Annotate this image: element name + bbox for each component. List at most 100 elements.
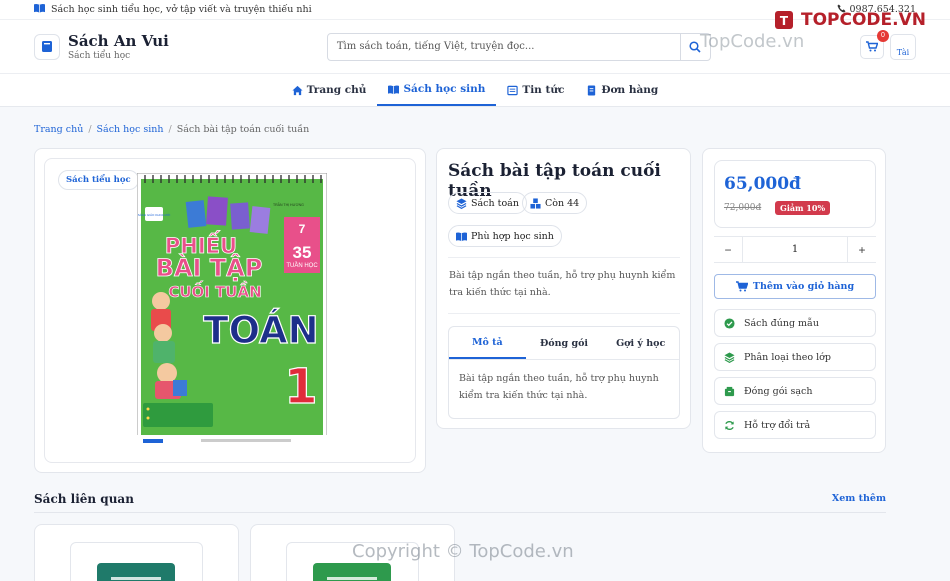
chip-subject[interactable]: Sách toán — [448, 192, 527, 214]
watermark-text: TopCode.vn — [700, 31, 805, 52]
feature-label: Sách đúng mẫu — [744, 317, 819, 329]
watermark-copyright: Copyright © TopCode.vn — [352, 541, 574, 562]
search-bar: Tìm sách toán, tiếng Việt, truyện đọc... — [326, 32, 711, 61]
cart-icon — [866, 41, 878, 52]
feature-label: Hỗ trợ đổi trả — [744, 419, 811, 431]
topcode-logo-icon: T — [774, 11, 793, 29]
layers-icon — [724, 351, 735, 363]
breadcrumb-category[interactable]: Sách học sinh — [97, 124, 164, 135]
brand-subtitle: Sách tiểu học — [68, 51, 131, 61]
product-info-card: Sách bài tập toán cuối tuần Sách toán Cò… — [436, 148, 691, 429]
book-open-icon — [456, 231, 467, 241]
tab-content: Bài tập ngắn theo tuần, hỗ trợ phụ huynh… — [459, 373, 659, 401]
see-more-link[interactable]: Xem thêm — [832, 493, 886, 504]
nav-item-news[interactable]: Tin tức — [496, 74, 575, 106]
cover-weeks-label: TUẦN HỌC — [286, 262, 318, 269]
logo[interactable] — [34, 33, 60, 60]
product-image-frame: Sách tiểu học SÁCH GIÁO KHOA MỚI TRẦN TH… — [44, 158, 416, 463]
quantity-stepper: − 1 + — [714, 236, 876, 263]
book-open-icon — [388, 84, 400, 94]
book-icon — [42, 41, 52, 52]
product-tabs: Mô tả Đóng gói Gợi ý học Bài tập ngắn th… — [448, 326, 680, 419]
cover-grade: 1 — [284, 359, 317, 415]
breadcrumb-separator: / — [168, 124, 172, 135]
add-to-cart-button[interactable]: Thêm vào giỏ hàng — [714, 274, 876, 299]
price-box: 65,000đ 72,000đ Giảm 10% — [714, 160, 876, 228]
search-input[interactable]: Tìm sách toán, tiếng Việt, truyện đọc... — [328, 41, 680, 52]
cover-subject: TOÁN — [203, 308, 318, 352]
related-book-cover — [97, 563, 175, 581]
watermark-logo: T TOPCODE.VN — [774, 8, 926, 32]
cover-author: TRẦN THỊ HƯƠNG — [273, 203, 304, 207]
related-book-image-frame — [70, 542, 203, 581]
add-to-cart-label: Thêm vào giỏ hàng — [752, 281, 855, 292]
product-description: Bài tập ngắn theo tuần, hỗ trợ phụ huynh… — [449, 270, 676, 298]
breadcrumb-home[interactable]: Trang chủ — [34, 124, 83, 135]
top-bar-text: Sách học sinh tiểu học, vở tập viết và t… — [51, 4, 312, 15]
chip-suitable[interactable]: Phù hợp học sinh — [448, 225, 562, 247]
nav-item-orders[interactable]: Đơn hàng — [575, 74, 669, 106]
nav-item-label: Tin tức — [522, 84, 565, 96]
breadcrumb-separator: / — [88, 124, 92, 135]
feature-return-support: Hỗ trợ đổi trả — [714, 411, 876, 439]
qty-increase-button[interactable]: + — [848, 237, 876, 262]
breadcrumb-current: Sách bài tập toán cuối tuần — [176, 124, 310, 135]
cover-weeks-number: 35 — [293, 243, 312, 262]
book-icon — [34, 3, 45, 16]
feature-label: Phân loại theo lớp — [744, 351, 831, 363]
feature-clean-packing: Đóng gói sạch — [714, 377, 876, 405]
chip-stock-label: Còn 44 — [545, 197, 580, 209]
qty-input[interactable]: 1 — [742, 237, 848, 262]
discount-badge: Giảm 10% — [775, 201, 831, 215]
nav-item-label: Sách học sinh — [403, 83, 486, 95]
divider — [448, 257, 680, 258]
old-price: 72,000đ — [724, 203, 762, 213]
feature-grade-sorted: Phân loại theo lớp — [714, 343, 876, 371]
watermark-logo-text: TOPCODE.VN — [800, 10, 926, 30]
brand[interactable]: Sách An Vui Sách tiểu học — [68, 32, 169, 61]
category-tag[interactable]: Sách tiểu học — [58, 170, 139, 190]
nav-item-student-books[interactable]: Sách học sinh — [377, 74, 497, 106]
divider — [448, 313, 680, 314]
cover-publisher-badge: SÁCH GIÁO KHOA MỚI — [138, 212, 171, 217]
box-icon — [724, 386, 735, 396]
purchase-card: 65,000đ 72,000đ Giảm 10% − 1 + Thêm vào … — [702, 148, 886, 453]
cart-button[interactable]: 0 — [860, 29, 889, 59]
related-book-card[interactable] — [34, 524, 239, 581]
refresh-icon — [725, 420, 734, 430]
brand-title: Sách An Vui — [68, 32, 169, 50]
nav-item-label: Trang chủ — [306, 84, 367, 96]
feature-label: Đóng gói sạch — [744, 385, 813, 397]
cover-title-line3: CUỐI TUẦN — [168, 280, 261, 301]
divider — [34, 512, 886, 513]
layers-icon — [456, 197, 467, 209]
svg-text:7: 7 — [299, 222, 306, 236]
receipt-icon — [588, 84, 596, 96]
avatar-alt-text: Tài — [896, 47, 910, 57]
tab-description[interactable]: Mô tả — [449, 327, 526, 359]
svg-text:T: T — [780, 14, 789, 28]
home-icon — [292, 85, 303, 95]
cart-icon — [735, 281, 748, 292]
chip-stock[interactable]: Còn 44 — [522, 192, 588, 214]
main-nav: Trang chủ Sách học sinh Tin tức Đơn hàng — [0, 74, 950, 107]
breadcrumb: Trang chủ / Sách học sinh / Sách bài tập toá… — [34, 124, 309, 135]
nav-item-label: Đơn hàng — [601, 84, 659, 96]
chip-suitable-label: Phù hợp học sinh — [471, 230, 554, 242]
boxes-icon — [530, 197, 541, 209]
chip-subject-label: Sách toán — [471, 197, 519, 209]
product-cover-image[interactable]: SÁCH GIÁO KHOA MỚI TRẦN THỊ HƯƠNG 7 35 T… — [137, 173, 327, 448]
qty-decrease-button[interactable]: − — [714, 237, 742, 262]
nav-item-home[interactable]: Trang chủ — [281, 74, 378, 106]
avatar[interactable]: Tài — [890, 33, 916, 60]
check-circle-icon — [724, 317, 735, 329]
current-price: 65,000đ — [724, 174, 801, 194]
related-books-title: Sách liên quan — [34, 492, 134, 506]
tab-study-tips[interactable]: Gợi ý học — [602, 327, 679, 359]
cover-title-line2: BÀI TẬP — [156, 252, 263, 282]
related-book-cover — [313, 563, 391, 581]
feature-authentic: Sách đúng mẫu — [714, 309, 876, 337]
tab-packaging[interactable]: Đóng gói — [526, 327, 603, 359]
product-image-card: Sách tiểu học SÁCH GIÁO KHOA MỚI TRẦN TH… — [34, 148, 426, 473]
newspaper-icon — [507, 85, 519, 95]
